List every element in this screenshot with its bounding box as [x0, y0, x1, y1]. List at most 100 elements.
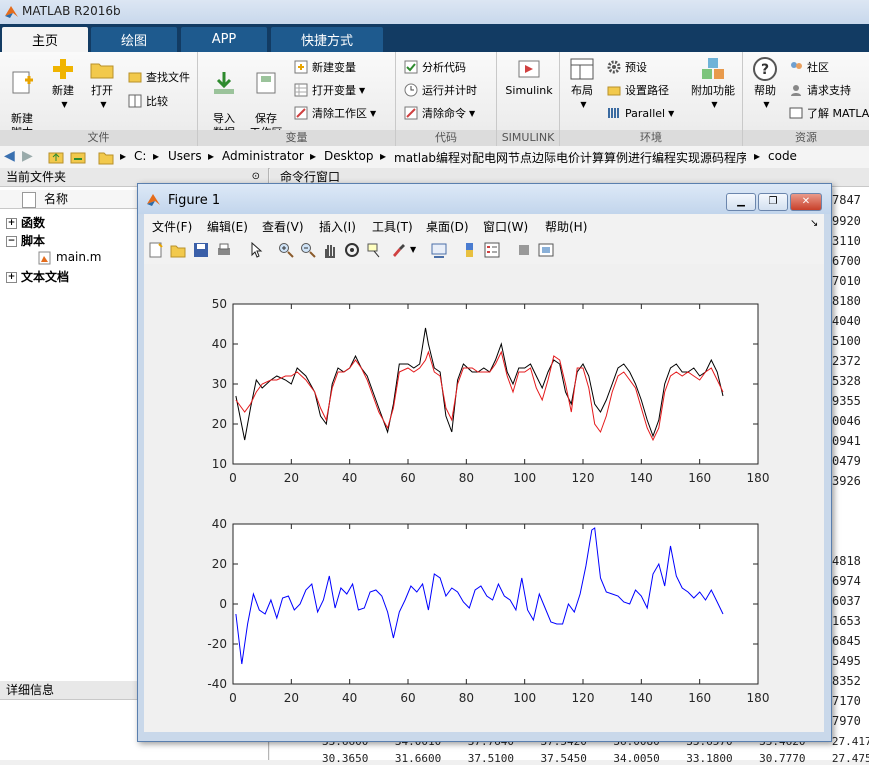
layout-button[interactable]: 布局 ▼ — [562, 56, 602, 112]
open-file-icon[interactable] — [170, 242, 186, 258]
legend-icon[interactable] — [484, 242, 500, 258]
command-output-value: 6037 — [832, 594, 861, 608]
analyze-code-button[interactable]: 分析代码 — [404, 58, 466, 76]
ribbon-group-environment: 布局 ▼ 预设 设置路径 Parallel ▼ 附加功能 ▼ 环境 — [560, 52, 743, 146]
find-files-button[interactable]: 查找文件 — [128, 68, 190, 86]
minimize-button[interactable]: ▁ — [726, 193, 756, 211]
menu-view[interactable]: 查看(V) — [262, 218, 304, 235]
figure-window[interactable]: Figure 1 ▁ ❐ ✕ 文件(F) 编辑(E) 查看(V) 插入(I) 工… — [137, 183, 832, 742]
tab-home[interactable]: 主页 — [2, 27, 88, 52]
new-button[interactable]: 新建 ▼ — [43, 56, 83, 112]
breadcrumb-administrator[interactable]: Administrator — [222, 149, 304, 163]
print-icon[interactable] — [216, 242, 232, 258]
folder-open-icon — [89, 56, 115, 82]
learn-matlab-button[interactable]: 了解 MATLAB — [789, 104, 869, 122]
chevron-down-icon: ▼ — [580, 100, 587, 109]
clear-commands-button[interactable]: 清除命令 ▼ — [404, 104, 475, 122]
save-icon[interactable] — [193, 242, 209, 258]
colorbar-icon[interactable] — [462, 242, 478, 258]
find-files-label: 查找文件 — [146, 71, 190, 84]
browse-folder-icon[interactable] — [70, 149, 86, 165]
breadcrumb-project[interactable]: matlab编程对配电网节点边际电价计算算例进行编程实现源码程序 — [394, 149, 746, 166]
menu-file[interactable]: 文件(F) — [152, 218, 192, 235]
breadcrumb-users[interactable]: Users — [168, 149, 202, 163]
dock-arrow-icon[interactable]: ↘ — [810, 218, 818, 229]
command-output-value: 5495 — [832, 654, 861, 668]
chevron-down-icon: ▼ — [100, 100, 107, 109]
command-output-value: 8180 — [832, 294, 861, 308]
close-button[interactable]: ✕ — [790, 193, 822, 211]
pan-hand-icon[interactable] — [322, 242, 338, 258]
tree-item-functions[interactable]: + 函数 — [6, 214, 45, 231]
set-path-button[interactable]: 设置路径 — [607, 81, 669, 99]
open-button[interactable]: 打开 ▼ — [82, 56, 122, 112]
menu-insert[interactable]: 插入(I) — [319, 218, 356, 235]
chevron-down-icon[interactable]: ▼ — [410, 245, 416, 254]
preferences-button[interactable]: 预设 — [607, 58, 647, 76]
zoom-out-icon[interactable] — [300, 242, 316, 258]
menu-help[interactable]: 帮助(H) — [545, 218, 587, 235]
group-label-code: 代码 — [396, 130, 496, 146]
parallel-button[interactable]: Parallel ▼ — [607, 104, 674, 122]
figure-canvas[interactable]: 0 20 40 60 80 100 120 140 160 180 10 20 30 40 50 0 20 40 6… — [144, 264, 824, 732]
breadcrumb-sep-icon: ▸ — [754, 149, 761, 163]
forward-arrow-icon[interactable]: ▶ — [22, 148, 33, 164]
new-script-button[interactable]: 新建 脚本 — [2, 56, 42, 140]
analyze-code-icon — [404, 60, 418, 74]
breadcrumb-desktop[interactable]: Desktop — [324, 149, 374, 163]
folder-icon — [98, 152, 114, 165]
expand-icon[interactable]: + — [6, 218, 17, 229]
tab-plots[interactable]: 绘图 — [91, 27, 177, 52]
command-output-value: 9920 — [832, 214, 861, 228]
expand-icon[interactable]: + — [6, 272, 17, 283]
compare-button[interactable]: 比较 — [128, 92, 168, 110]
menu-window[interactable]: 窗口(W) — [483, 218, 528, 235]
show-plot-tools-icon[interactable] — [538, 242, 554, 258]
new-figure-icon[interactable] — [148, 242, 164, 258]
run-and-time-button[interactable]: 运行并计时 — [404, 81, 477, 99]
menu-desktop[interactable]: 桌面(D) — [426, 218, 469, 235]
rotate-3d-icon[interactable] — [344, 242, 360, 258]
maximize-button[interactable]: ❐ — [758, 193, 788, 211]
tree-item-main-m[interactable]: main.m — [38, 250, 102, 265]
back-arrow-icon[interactable]: ◀ — [4, 148, 15, 164]
tab-strip: 主页 绘图 APP 快捷方式 — [0, 24, 869, 52]
brush-icon[interactable] — [390, 242, 406, 258]
tab-apps[interactable]: APP — [181, 27, 267, 52]
save-workspace-button[interactable]: 保存 工作区 — [246, 56, 286, 140]
matlab-logo-icon — [147, 194, 160, 206]
open-variable-button[interactable]: 打开变量 ▼ — [294, 81, 365, 99]
link-plot-icon[interactable] — [431, 242, 447, 258]
data-cursor-icon[interactable] — [366, 242, 382, 258]
breadcrumb-c[interactable]: C: — [134, 149, 146, 163]
command-output-value: 7970 — [832, 714, 861, 728]
figure-titlebar[interactable]: Figure 1 ▁ ❐ ✕ — [138, 184, 831, 214]
tab-shortcuts[interactable]: 快捷方式 — [271, 27, 383, 52]
parallel-label: Parallel — [625, 106, 666, 120]
minimize-icon: ▁ — [737, 196, 745, 207]
set-path-icon — [607, 83, 621, 97]
request-support-button[interactable]: 请求支持 — [789, 81, 851, 99]
up-folder-icon[interactable] — [48, 149, 64, 165]
pointer-icon[interactable] — [248, 242, 264, 258]
simulink-button[interactable]: Simulink — [501, 56, 557, 98]
plot-area[interactable]: 0 20 40 60 80 100 120 140 160 180 10 20 30 40 50 0 20 40 6… — [144, 264, 824, 732]
community-icon — [789, 60, 803, 74]
menu-tools[interactable]: 工具(T) — [372, 218, 413, 235]
axes-1 — [232, 303, 759, 465]
tree-item-text-docs[interactable]: + 文本文档 — [6, 268, 69, 285]
import-data-button[interactable]: 导入 数据 — [204, 56, 244, 140]
ribbon-group-resources: ? 帮助 ▼ 社区 请求支持 了解 MATLAB 资源 — [743, 52, 869, 146]
community-button[interactable]: 社区 — [789, 58, 829, 76]
menu-edit[interactable]: 编辑(E) — [207, 218, 248, 235]
help-button[interactable]: ? 帮助 ▼ — [745, 56, 785, 112]
clear-workspace-button[interactable]: 清除工作区 ▼ — [294, 104, 376, 122]
add-ons-button[interactable]: 附加功能 ▼ — [686, 56, 740, 112]
tree-item-scripts[interactable]: − 脚本 — [6, 232, 45, 249]
breadcrumb-code[interactable]: code — [768, 149, 797, 163]
add-ons-label: 附加功能 — [691, 84, 735, 97]
collapse-icon[interactable]: − — [6, 236, 17, 247]
zoom-in-icon[interactable] — [278, 242, 294, 258]
new-variable-button[interactable]: 新建变量 — [294, 58, 356, 76]
hide-plot-tools-icon[interactable] — [516, 242, 532, 258]
